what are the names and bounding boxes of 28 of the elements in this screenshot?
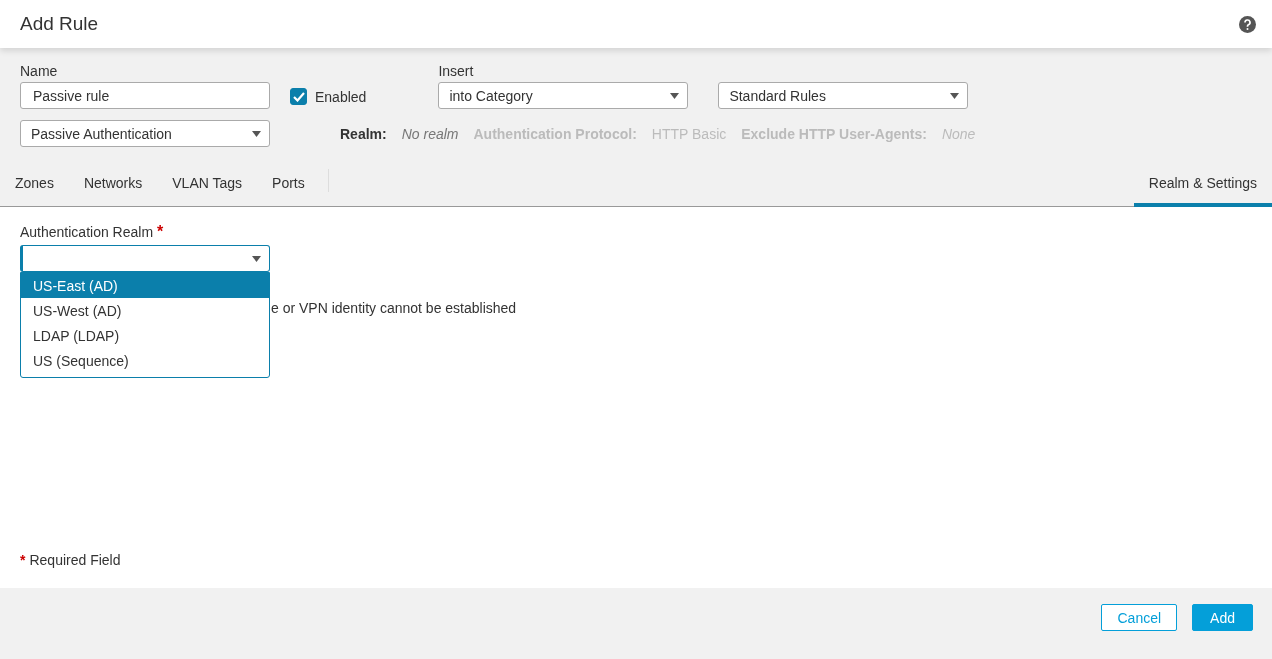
- tab[interactable]: Networks: [68, 163, 158, 207]
- field-label: Insert: [438, 63, 475, 79]
- required-note: Required Field: [29, 552, 121, 568]
- checkbox-label: Enabled: [315, 88, 367, 105]
- name-input[interactable]: Passive rule: [20, 82, 270, 109]
- category-dropdown[interactable]: Standard Rules: [718, 82, 969, 109]
- window-title: Add Rule: [20, 13, 99, 35]
- action-dropdown[interactable]: Passive Authentication: [20, 120, 270, 147]
- tab[interactable]: Zones: [0, 163, 69, 207]
- required-mark: *: [157, 223, 164, 240]
- realm-dropdown[interactable]: [20, 245, 270, 272]
- field-label: Name: [20, 63, 59, 79]
- field-label: Authentication Realm: [20, 224, 154, 240]
- summary-value: No realm: [401, 125, 459, 142]
- help-icon[interactable]: [1239, 15, 1256, 33]
- tab[interactable]: VLAN Tags: [157, 163, 258, 207]
- tab[interactable]: Ports: [257, 163, 320, 207]
- caret-icon: [670, 92, 680, 99]
- dropdown-option[interactable]: US-East (AD): [21, 273, 269, 298]
- required-mark: *: [20, 552, 26, 568]
- summary-label: Realm:: [340, 125, 387, 142]
- enabled-checkbox[interactable]: [290, 88, 307, 105]
- insert-dropdown[interactable]: into Category: [438, 82, 689, 109]
- option-description: e or VPN identity cannot be established: [271, 300, 518, 316]
- tab[interactable]: Realm & Settings: [1133, 163, 1272, 207]
- caret-icon: [252, 130, 261, 137]
- caret-icon: [950, 92, 960, 99]
- caret-icon: [252, 255, 261, 262]
